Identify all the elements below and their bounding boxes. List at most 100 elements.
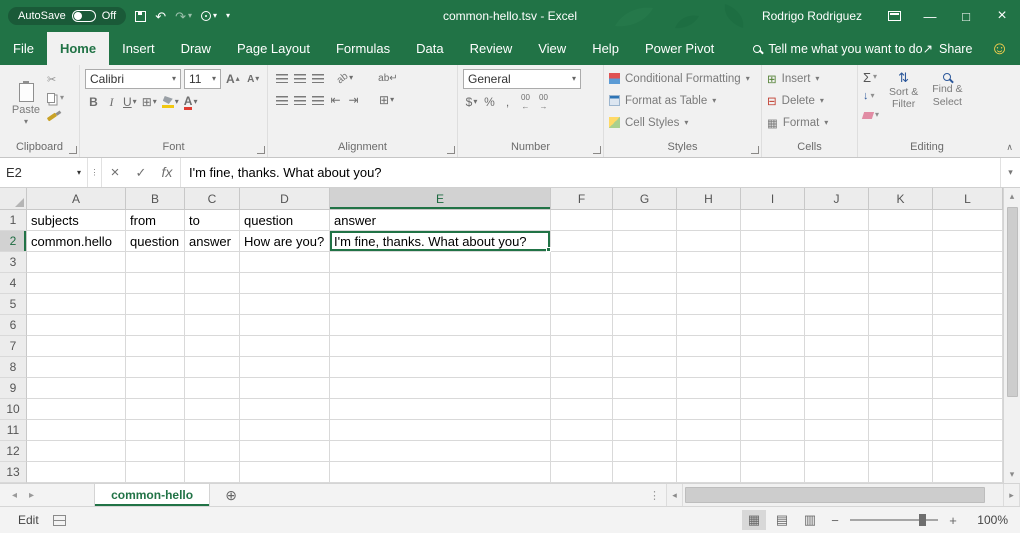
touch-mode-button[interactable]: ▾ [201,11,217,21]
comma-style-button[interactable]: , [499,93,516,111]
cell-k2[interactable] [869,231,933,252]
cell-j5[interactable] [805,294,869,315]
row-header-3[interactable]: 3 [0,252,27,273]
cell-c8[interactable] [185,357,240,378]
zoom-in-button[interactable]: + [944,513,962,528]
cell-l3[interactable] [933,252,1003,273]
normal-view-button[interactable]: ▦ [742,510,766,530]
paste-button[interactable]: Paste ▾ [5,69,47,140]
cell-j9[interactable] [805,378,869,399]
cell-a1[interactable]: subjects [27,210,126,231]
minimize-button[interactable]: — [912,0,948,32]
cell-k12[interactable] [869,441,933,462]
cell-h8[interactable] [677,357,741,378]
conditional-formatting-button[interactable]: Conditional Formatting ▾ [609,69,750,88]
cell-e9[interactable] [330,378,551,399]
cut-button[interactable]: ✂ [47,71,64,87]
cell-l12[interactable] [933,441,1003,462]
cell-d4[interactable] [240,273,330,294]
cell-c6[interactable] [185,315,240,336]
cell-h4[interactable] [677,273,741,294]
customize-qat-button[interactable]: ▾ [226,12,230,20]
align-top-button[interactable] [273,69,290,87]
cell-j7[interactable] [805,336,869,357]
zoom-slider[interactable] [850,519,938,521]
cell-h13[interactable] [677,462,741,483]
tab-scroll-splitter[interactable]: ⋮ [643,484,666,506]
clear-button[interactable]: ▾ [863,107,879,123]
cell-b4[interactable] [126,273,185,294]
cell-b10[interactable] [126,399,185,420]
cell-k5[interactable] [869,294,933,315]
cell-f6[interactable] [551,315,613,336]
cell-g11[interactable] [613,420,677,441]
cell-d7[interactable] [240,336,330,357]
cell-g3[interactable] [613,252,677,273]
new-sheet-button[interactable]: ⊕ [218,484,244,506]
format-cells-button[interactable]: ▦ Format ▾ [767,113,828,132]
cell-e12[interactable] [330,441,551,462]
italic-button[interactable]: I [103,93,120,111]
cell-c4[interactable] [185,273,240,294]
select-all-button[interactable] [0,188,27,210]
tab-power-pivot[interactable]: Power Pivot [632,32,727,65]
cell-e5[interactable] [330,294,551,315]
cell-d5[interactable] [240,294,330,315]
column-header-c[interactable]: C [185,188,240,210]
maximize-button[interactable]: □ [948,0,984,32]
redo-button[interactable]: ↷▾ [175,10,192,23]
cell-k4[interactable] [869,273,933,294]
cell-k9[interactable] [869,378,933,399]
cell-g7[interactable] [613,336,677,357]
scroll-up-icon[interactable]: ▴ [1004,188,1020,205]
column-header-i[interactable]: I [741,188,805,210]
feedback-smiley-button[interactable]: ☺ [990,32,1020,65]
column-header-k[interactable]: K [869,188,933,210]
bold-button[interactable]: B [85,93,102,111]
cell-styles-button[interactable]: Cell Styles ▾ [609,113,750,132]
cell-i3[interactable] [741,252,805,273]
undo-button[interactable]: ↶ [155,10,166,23]
column-header-e[interactable]: E [330,188,551,210]
cell-i5[interactable] [741,294,805,315]
cell-l9[interactable] [933,378,1003,399]
sheet-tab-common-hello[interactable]: common-hello [94,484,210,506]
column-header-b[interactable]: B [126,188,185,210]
cell-g6[interactable] [613,315,677,336]
cell-a4[interactable] [27,273,126,294]
insert-function-button[interactable]: fx [154,164,180,182]
cell-f1[interactable] [551,210,613,231]
tell-me-box[interactable]: Tell me what you want to do [753,32,922,65]
cell-h2[interactable] [677,231,741,252]
wrap-text-button[interactable]: ab↵ [376,69,400,87]
row-header-8[interactable]: 8 [0,357,27,378]
page-break-view-button[interactable]: ▥ [798,510,822,530]
next-sheet-button[interactable]: ▸ [29,490,34,501]
cell-i8[interactable] [741,357,805,378]
cell-c2[interactable]: answer [185,231,240,252]
align-left-button[interactable] [273,91,290,109]
cell-k8[interactable] [869,357,933,378]
cell-h7[interactable] [677,336,741,357]
cell-f8[interactable] [551,357,613,378]
cell-g8[interactable] [613,357,677,378]
cell-d6[interactable] [240,315,330,336]
cell-b6[interactable] [126,315,185,336]
formula-input[interactable]: I'm fine, thanks. What about you? [181,158,1000,187]
cell-h5[interactable] [677,294,741,315]
tab-insert[interactable]: Insert [109,32,168,65]
row-header-5[interactable]: 5 [0,294,27,315]
find-select-button[interactable]: Find & Select [928,69,966,140]
cell-d12[interactable] [240,441,330,462]
cell-i7[interactable] [741,336,805,357]
cell-i4[interactable] [741,273,805,294]
page-layout-view-button[interactable]: ▤ [770,510,794,530]
alignment-dialog-launcher[interactable] [447,146,455,154]
align-center-button[interactable] [291,91,308,109]
cell-b7[interactable] [126,336,185,357]
vertical-scrollbar[interactable]: ▴ ▾ [1003,188,1020,483]
accounting-format-button[interactable]: $▾ [463,93,480,111]
cell-b3[interactable] [126,252,185,273]
cell-a13[interactable] [27,462,126,483]
row-header-11[interactable]: 11 [0,420,27,441]
